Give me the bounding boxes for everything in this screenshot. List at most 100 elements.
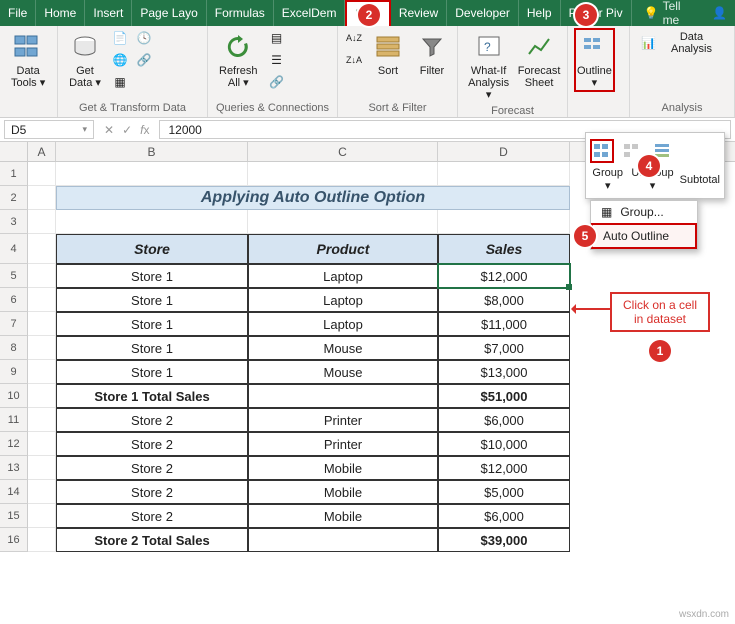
tab-insert[interactable]: Insert bbox=[85, 0, 132, 26]
cell[interactable] bbox=[248, 384, 438, 408]
cell[interactable] bbox=[56, 162, 248, 186]
row-header[interactable]: 14 bbox=[0, 480, 28, 504]
cell[interactable] bbox=[438, 210, 570, 234]
cell[interactable] bbox=[28, 264, 56, 288]
cell[interactable] bbox=[28, 288, 56, 312]
cell[interactable]: $5,000 bbox=[438, 480, 570, 504]
row-header[interactable]: 15 bbox=[0, 504, 28, 528]
tab-home[interactable]: Home bbox=[36, 0, 85, 26]
fx-icon[interactable]: fx bbox=[140, 123, 149, 137]
cell[interactable]: Printer bbox=[248, 432, 438, 456]
cell[interactable] bbox=[28, 408, 56, 432]
recent-sources-icon[interactable]: 🕓 bbox=[134, 28, 154, 48]
tab-file[interactable]: File bbox=[0, 0, 36, 26]
row-header[interactable]: 5 bbox=[0, 264, 28, 288]
cancel-formula-icon[interactable]: ✕ bbox=[104, 123, 114, 137]
col-header-c[interactable]: C bbox=[248, 142, 438, 161]
sort-za-icon[interactable]: Z↓A bbox=[344, 50, 364, 70]
cell[interactable]: Store 1 bbox=[56, 288, 248, 312]
cell[interactable]: Store 1 Total Sales bbox=[56, 384, 248, 408]
cell[interactable] bbox=[28, 336, 56, 360]
cell[interactable]: Product bbox=[248, 234, 438, 264]
cell[interactable] bbox=[438, 162, 570, 186]
refresh-all-button[interactable]: RefreshAll ▾ bbox=[214, 28, 263, 92]
from-text-icon[interactable]: 📄 bbox=[110, 28, 130, 48]
col-header-a[interactable]: A bbox=[28, 142, 56, 161]
name-box[interactable]: D5▾ bbox=[4, 120, 94, 139]
cell[interactable]: Mobile bbox=[248, 504, 438, 528]
cell[interactable]: Laptop bbox=[248, 312, 438, 336]
tab-page-layout[interactable]: Page Layo bbox=[132, 0, 206, 26]
cell[interactable]: Laptop bbox=[248, 264, 438, 288]
cell[interactable] bbox=[28, 504, 56, 528]
tab-help[interactable]: Help bbox=[519, 0, 561, 26]
row-header[interactable]: 1 bbox=[0, 162, 28, 186]
filter-button[interactable]: Filter bbox=[412, 28, 452, 80]
col-header-d[interactable]: D bbox=[438, 142, 570, 161]
row-header[interactable]: 8 bbox=[0, 336, 28, 360]
account-icon[interactable]: 👤 bbox=[704, 0, 735, 26]
cell[interactable]: $13,000 bbox=[438, 360, 570, 384]
cell[interactable]: Store 1 bbox=[56, 360, 248, 384]
enter-formula-icon[interactable]: ✓ bbox=[122, 123, 132, 137]
row-header[interactable]: 11 bbox=[0, 408, 28, 432]
tell-me-search[interactable]: 💡 Tell me bbox=[632, 0, 704, 26]
cell[interactable] bbox=[28, 432, 56, 456]
what-if-button[interactable]: ? What-IfAnalysis ▾ bbox=[464, 28, 513, 104]
cell[interactable] bbox=[248, 210, 438, 234]
cell[interactable] bbox=[248, 162, 438, 186]
cell[interactable] bbox=[28, 480, 56, 504]
cell[interactable]: Store 2 bbox=[56, 456, 248, 480]
forecast-sheet-button[interactable]: ForecastSheet bbox=[517, 28, 561, 92]
cell[interactable]: Mouse bbox=[248, 360, 438, 384]
col-header-b[interactable]: B bbox=[56, 142, 248, 161]
tab-formulas[interactable]: Formulas bbox=[207, 0, 274, 26]
cell[interactable] bbox=[28, 162, 56, 186]
cell[interactable]: Store 2 bbox=[56, 408, 248, 432]
group-button[interactable] bbox=[590, 139, 614, 163]
cell[interactable] bbox=[248, 528, 438, 552]
cell[interactable]: Sales bbox=[438, 234, 570, 264]
cell[interactable]: Store 2 bbox=[56, 432, 248, 456]
existing-connections-icon[interactable]: 🔗 bbox=[134, 50, 154, 70]
cell[interactable]: $51,000 bbox=[438, 384, 570, 408]
cell[interactable]: Store bbox=[56, 234, 248, 264]
properties-icon[interactable]: ☰ bbox=[267, 50, 287, 70]
cell[interactable]: Mobile bbox=[248, 480, 438, 504]
selected-cell[interactable]: $12,000 bbox=[438, 264, 570, 288]
cell[interactable]: Store 2 bbox=[56, 504, 248, 528]
row-header[interactable]: 9 bbox=[0, 360, 28, 384]
cell[interactable]: Store 2 bbox=[56, 480, 248, 504]
cell[interactable]: Mobile bbox=[248, 456, 438, 480]
tab-review[interactable]: Review bbox=[391, 0, 447, 26]
cell[interactable] bbox=[28, 528, 56, 552]
data-tools-button[interactable]: DataTools ▾ bbox=[6, 28, 50, 92]
cell[interactable]: $12,000 bbox=[438, 456, 570, 480]
row-header[interactable]: 7 bbox=[0, 312, 28, 336]
cell[interactable] bbox=[28, 186, 56, 210]
row-header[interactable]: 13 bbox=[0, 456, 28, 480]
cell[interactable] bbox=[28, 456, 56, 480]
cell[interactable]: $11,000 bbox=[438, 312, 570, 336]
cell[interactable]: $10,000 bbox=[438, 432, 570, 456]
row-header[interactable]: 6 bbox=[0, 288, 28, 312]
title-banner[interactable]: Applying Auto Outline Option bbox=[56, 186, 570, 210]
cell[interactable]: Store 1 bbox=[56, 336, 248, 360]
cell[interactable]: Mouse bbox=[248, 336, 438, 360]
tab-developer[interactable]: Developer bbox=[447, 0, 519, 26]
row-header[interactable]: 10 bbox=[0, 384, 28, 408]
cell[interactable]: Store 1 bbox=[56, 264, 248, 288]
cell[interactable]: $6,000 bbox=[438, 504, 570, 528]
tab-exceldemy[interactable]: ExcelDem bbox=[274, 0, 346, 26]
menu-item-group[interactable]: ▦ Group... bbox=[591, 201, 697, 223]
select-all-triangle[interactable] bbox=[0, 142, 28, 161]
row-header[interactable]: 12 bbox=[0, 432, 28, 456]
cell[interactable] bbox=[28, 210, 56, 234]
cell[interactable] bbox=[28, 384, 56, 408]
edit-links-icon[interactable]: 🔗 bbox=[267, 72, 287, 92]
sort-az-icon[interactable]: A↓Z bbox=[344, 28, 364, 48]
cell[interactable]: $39,000 bbox=[438, 528, 570, 552]
row-header[interactable]: 4 bbox=[0, 234, 28, 264]
get-data-button[interactable]: GetData ▾ bbox=[64, 28, 106, 92]
queries-connections-icon[interactable]: ▤ bbox=[267, 28, 287, 48]
